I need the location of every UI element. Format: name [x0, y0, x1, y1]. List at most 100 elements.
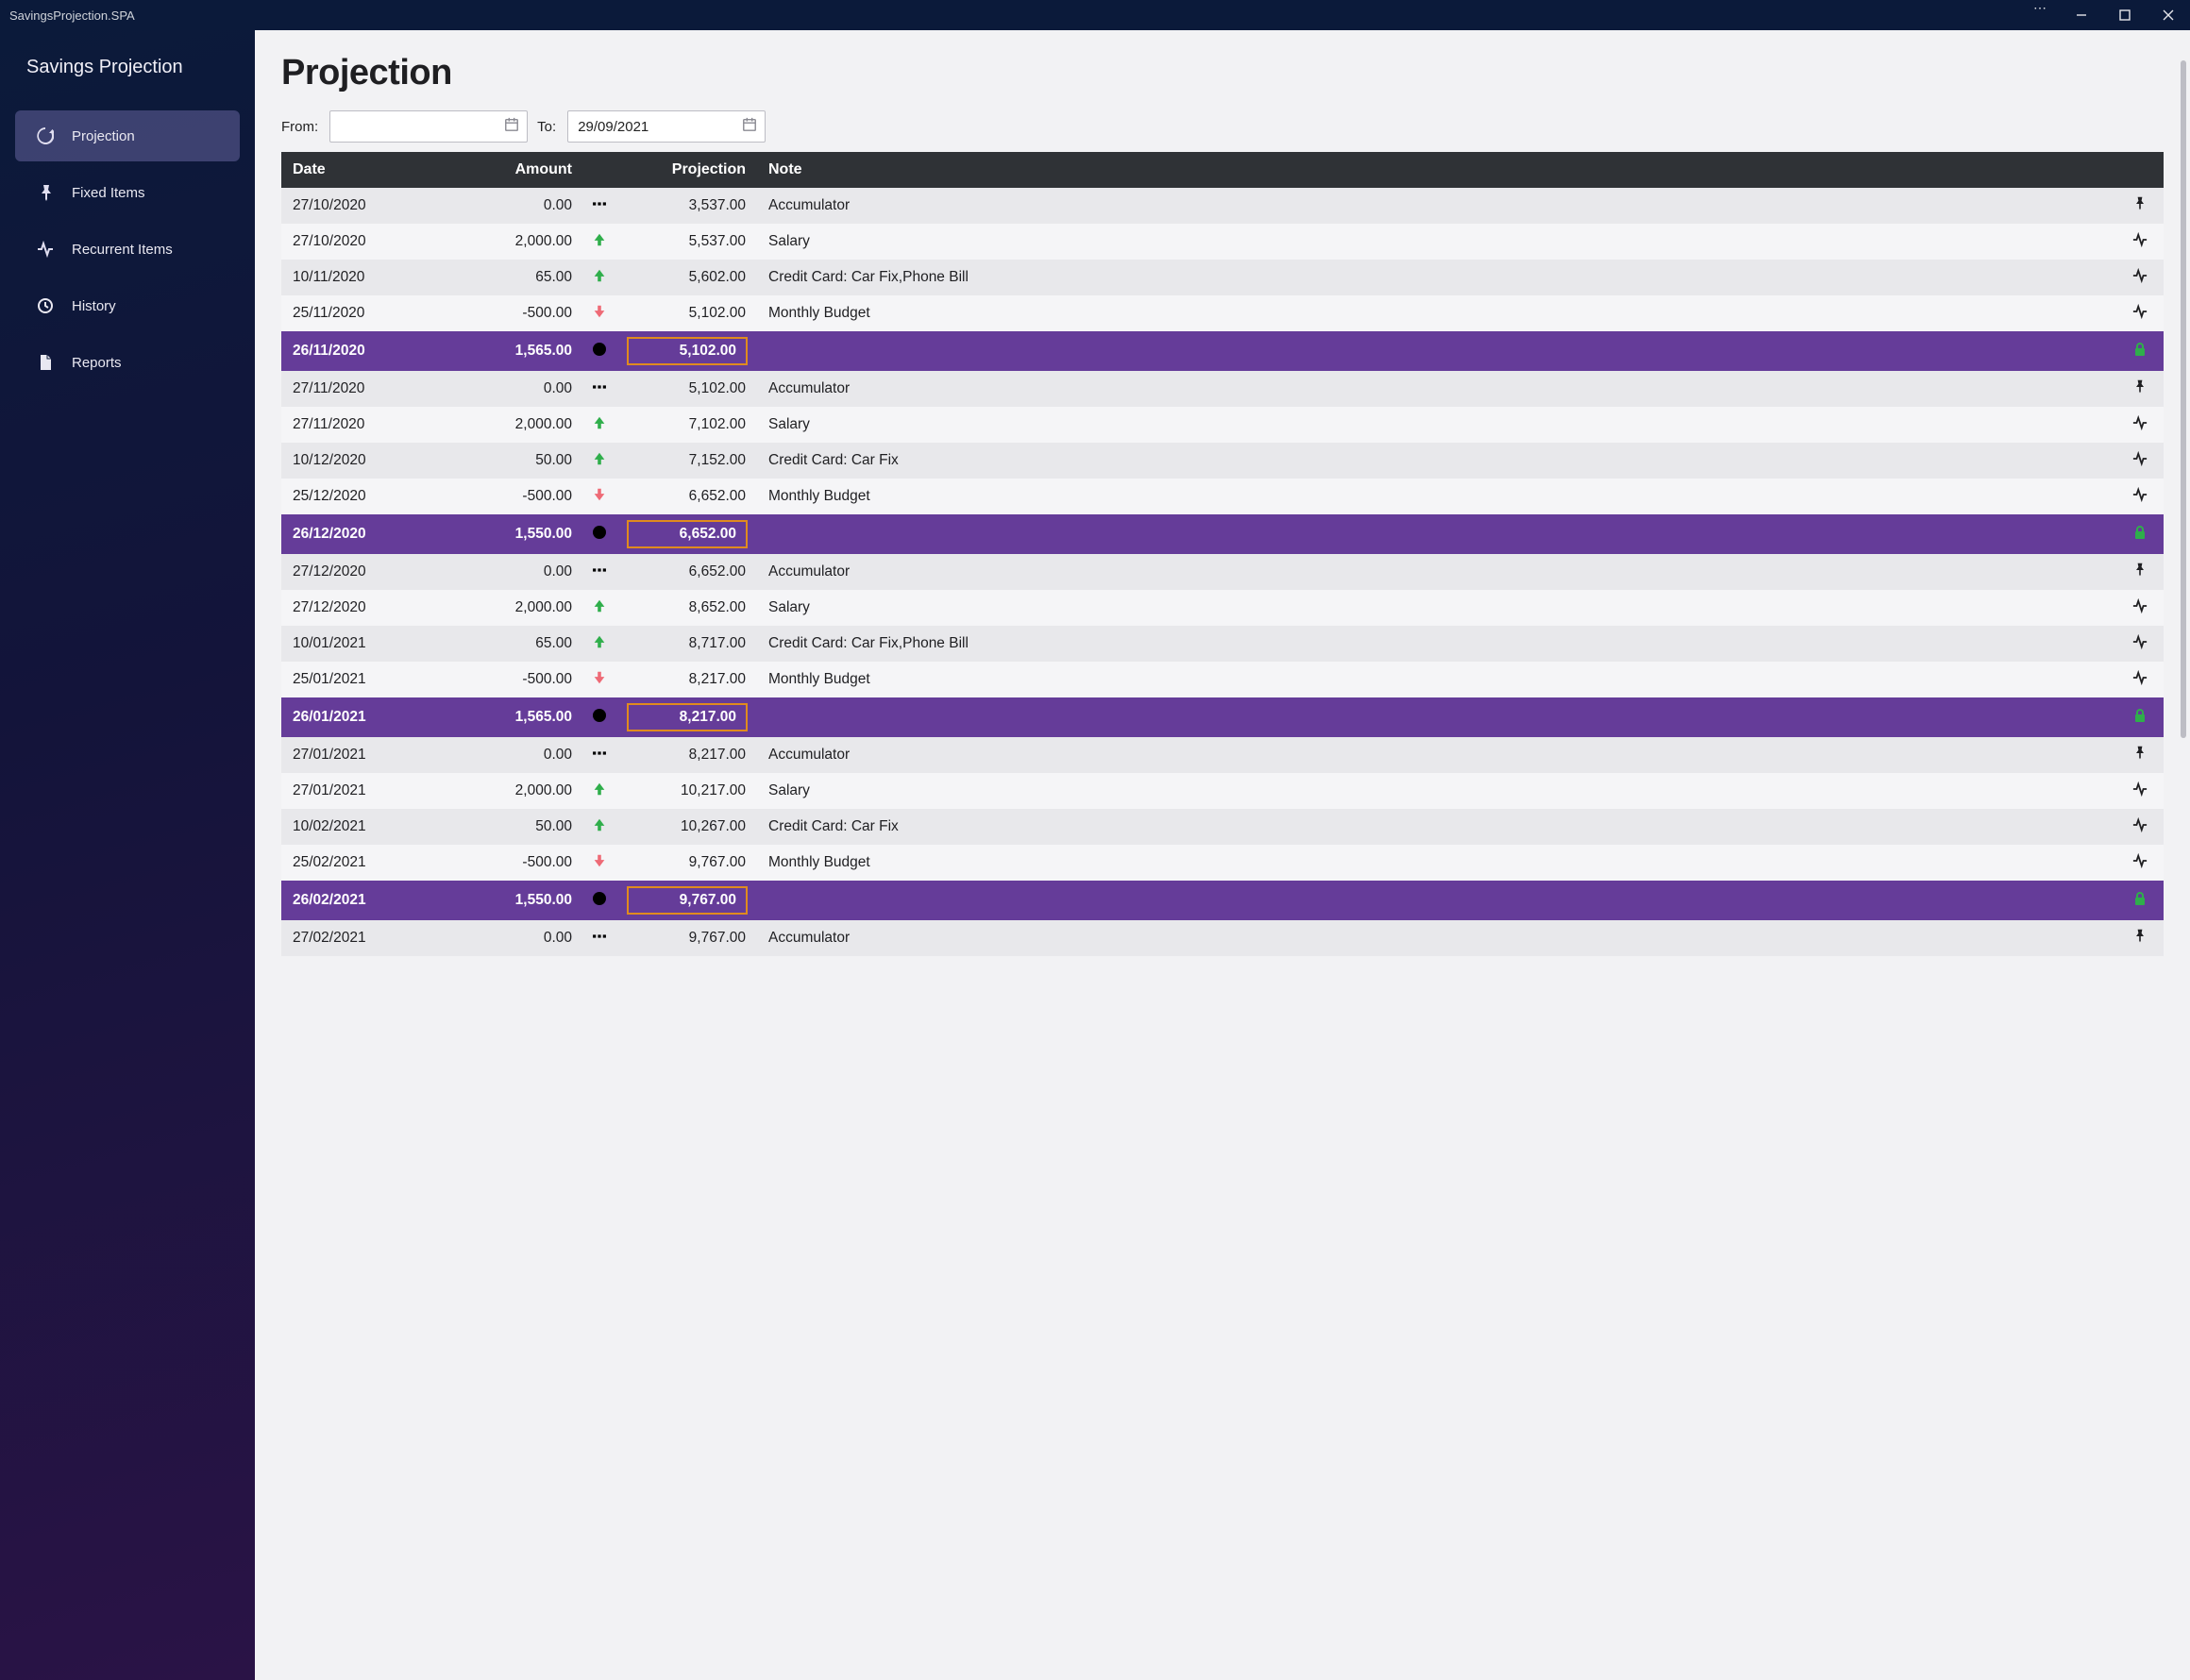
table-row[interactable]: 26/11/2020 1,565.00 5,102.00 [281, 331, 2164, 371]
projection-value: 5,102.00 [627, 337, 748, 365]
table-row[interactable]: 27/12/2020 2,000.00 8,652.00 Salary [281, 590, 2164, 626]
pin-icon[interactable] [2116, 920, 2164, 956]
table-row[interactable]: 27/02/2021 0.00 9,767.00 Accumulator [281, 920, 2164, 956]
cell-date: 27/10/2020 [281, 224, 461, 260]
arrow-up-icon [583, 809, 615, 845]
pin-icon[interactable] [2116, 188, 2164, 224]
cell-amount: 1,550.00 [461, 514, 583, 554]
vertical-scrollbar[interactable] [2181, 60, 2186, 1674]
window-minimize-button[interactable] [2060, 0, 2103, 30]
cell-amount: 1,565.00 [461, 697, 583, 737]
cell-note: Accumulator [757, 188, 2116, 224]
lock-icon[interactable] [2116, 514, 2164, 554]
col-note[interactable]: Note [757, 152, 2116, 188]
pulse-icon[interactable] [2116, 443, 2164, 479]
cell-projection: 10,217.00 [615, 773, 757, 809]
cell-projection: 9,767.00 [615, 920, 757, 956]
table-row[interactable]: 26/01/2021 1,565.00 8,217.00 [281, 697, 2164, 737]
table-row[interactable]: 10/12/2020 50.00 7,152.00 Credit Card: C… [281, 443, 2164, 479]
lock-icon[interactable] [2116, 697, 2164, 737]
table-row[interactable]: 25/12/2020 -500.00 6,652.00 Monthly Budg… [281, 479, 2164, 514]
window-controls: ⋯ [2022, 0, 2190, 30]
table-row[interactable]: 10/02/2021 50.00 10,267.00 Credit Card: … [281, 809, 2164, 845]
cell-note: Accumulator [757, 554, 2116, 590]
cell-amount: 2,000.00 [461, 590, 583, 626]
arrow-up-icon [583, 407, 615, 443]
cell-note: Salary [757, 224, 2116, 260]
pin-icon [36, 184, 55, 201]
lock-icon[interactable] [2116, 881, 2164, 920]
pin-icon[interactable] [2116, 554, 2164, 590]
window-more-button[interactable]: ⋯ [2022, 0, 2060, 30]
cell-note: Salary [757, 407, 2116, 443]
sidebar-item-reports[interactable]: Reports [15, 337, 240, 388]
pulse-icon[interactable] [2116, 773, 2164, 809]
cell-note [757, 881, 2116, 920]
projection-value: 6,652.00 [627, 520, 748, 548]
pulse-icon[interactable] [2116, 845, 2164, 881]
pulse-icon[interactable] [2116, 662, 2164, 697]
table-row[interactable]: 10/01/2021 65.00 8,717.00 Credit Card: C… [281, 626, 2164, 662]
pulse-icon[interactable] [2116, 224, 2164, 260]
cell-amount: -500.00 [461, 479, 583, 514]
projection-table: Date Amount Projection Note 27/10/2020 0… [281, 152, 2164, 956]
pulse-icon[interactable] [2116, 626, 2164, 662]
table-row[interactable]: 26/12/2020 1,550.00 6,652.00 [281, 514, 2164, 554]
window-close-button[interactable] [2147, 0, 2190, 30]
table-row[interactable]: 25/02/2021 -500.00 9,767.00 Monthly Budg… [281, 845, 2164, 881]
from-label: From: [281, 119, 318, 135]
dots-icon [583, 737, 615, 773]
sidebar: Savings Projection Projection Fixed Item… [0, 30, 255, 1680]
table-row[interactable]: 26/02/2021 1,550.00 9,767.00 [281, 881, 2164, 920]
to-date-input[interactable]: 29/09/2021 [567, 110, 766, 143]
window-title: SavingsProjection.SPA [9, 8, 135, 23]
col-date[interactable]: Date [281, 152, 461, 188]
pulse-icon[interactable] [2116, 407, 2164, 443]
sidebar-item-projection[interactable]: Projection [15, 110, 240, 161]
scrollbar-thumb[interactable] [2181, 60, 2186, 738]
sidebar-item-label: History [72, 298, 116, 314]
table-row[interactable]: 27/11/2020 2,000.00 7,102.00 Salary [281, 407, 2164, 443]
projection-value: 9,767.00 [627, 886, 748, 915]
cell-amount: 1,565.00 [461, 331, 583, 371]
window-maximize-button[interactable] [2103, 0, 2147, 30]
table-row[interactable]: 10/11/2020 65.00 5,602.00 Credit Card: C… [281, 260, 2164, 295]
cell-projection: 6,652.00 [615, 554, 757, 590]
sidebar-item-fixed-items[interactable]: Fixed Items [15, 167, 240, 218]
pulse-icon[interactable] [2116, 295, 2164, 331]
table-row[interactable]: 27/10/2020 0.00 3,537.00 Accumulator [281, 188, 2164, 224]
table-row[interactable]: 27/11/2020 0.00 5,102.00 Accumulator [281, 371, 2164, 407]
pin-icon[interactable] [2116, 371, 2164, 407]
sidebar-item-history[interactable]: History [15, 280, 240, 331]
pulse-icon[interactable] [2116, 590, 2164, 626]
pulse-icon[interactable] [2116, 260, 2164, 295]
cell-projection: 5,102.00 [615, 371, 757, 407]
table-row[interactable]: 27/10/2020 2,000.00 5,537.00 Salary [281, 224, 2164, 260]
cell-projection: 6,652.00 [615, 514, 757, 554]
sidebar-item-recurrent-items[interactable]: Recurrent Items [15, 224, 240, 275]
check-circle-icon [583, 697, 615, 737]
cell-projection: 9,767.00 [615, 881, 757, 920]
pin-icon[interactable] [2116, 737, 2164, 773]
table-row[interactable]: 25/11/2020 -500.00 5,102.00 Monthly Budg… [281, 295, 2164, 331]
cell-projection: 8,217.00 [615, 662, 757, 697]
cell-note: Accumulator [757, 737, 2116, 773]
cell-note: Credit Card: Car Fix [757, 809, 2116, 845]
table-row[interactable]: 27/01/2021 2,000.00 10,217.00 Salary [281, 773, 2164, 809]
pulse-icon[interactable] [2116, 809, 2164, 845]
cell-note: Credit Card: Car Fix [757, 443, 2116, 479]
from-date-input[interactable] [329, 110, 528, 143]
cell-date: 27/11/2020 [281, 407, 461, 443]
pulse-icon[interactable] [2116, 479, 2164, 514]
lock-icon[interactable] [2116, 331, 2164, 371]
table-row[interactable]: 27/12/2020 0.00 6,652.00 Accumulator [281, 554, 2164, 590]
clock-icon [36, 297, 55, 314]
cell-note: Credit Card: Car Fix,Phone Bill [757, 626, 2116, 662]
cell-amount: 1,550.00 [461, 881, 583, 920]
col-projection[interactable]: Projection [615, 152, 757, 188]
cell-projection: 8,217.00 [615, 697, 757, 737]
cell-date: 27/12/2020 [281, 554, 461, 590]
table-row[interactable]: 27/01/2021 0.00 8,217.00 Accumulator [281, 737, 2164, 773]
col-amount[interactable]: Amount [461, 152, 583, 188]
table-row[interactable]: 25/01/2021 -500.00 8,217.00 Monthly Budg… [281, 662, 2164, 697]
